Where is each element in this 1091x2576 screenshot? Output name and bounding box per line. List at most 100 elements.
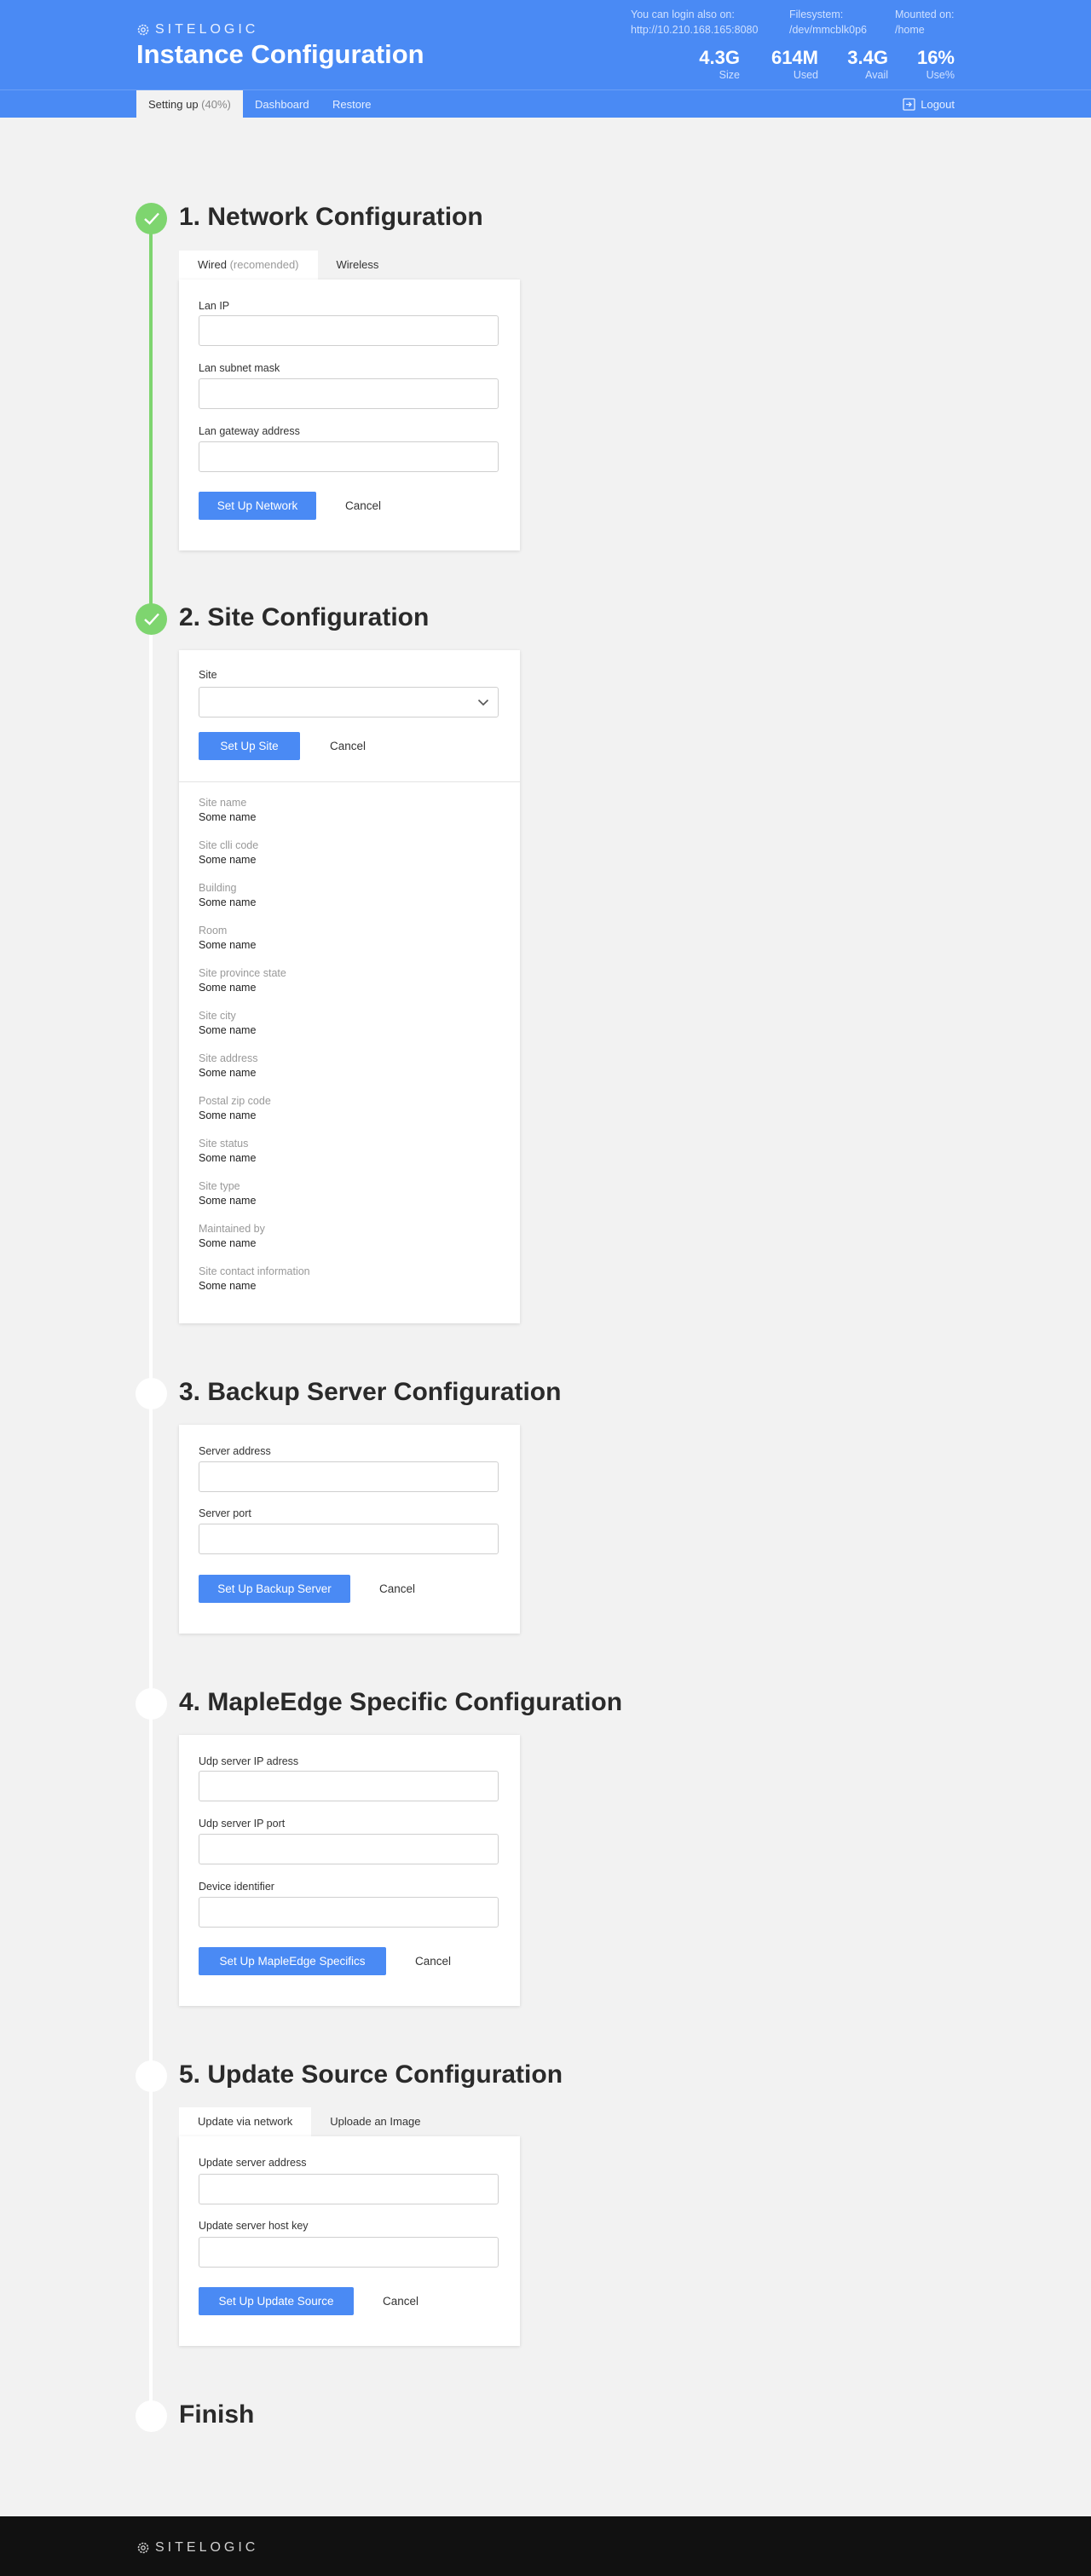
lan-ip-input[interactable] [199, 315, 499, 346]
udp-port-label: Udp server IP port [199, 1818, 286, 1830]
step-4-title: 4. MapleEdge Specific Configuration [179, 1688, 623, 1716]
set-up-update-source-button[interactable]: Set Up Update Source [199, 2287, 354, 2315]
cancel-button[interactable]: Cancel [383, 2287, 419, 2315]
mount-value: /home [895, 24, 925, 36]
site-label: Site [199, 669, 217, 681]
server-address-label: Server address [199, 1445, 271, 1457]
login-url[interactable]: http://10.210.168.165:8080 [631, 22, 758, 37]
tab-setting-up[interactable]: Setting up (40%) [136, 90, 243, 118]
setup-progress: (40%) [201, 98, 231, 111]
lan-ip-label: Lan IP [199, 300, 230, 312]
timeline-pending [149, 619, 153, 2418]
server-address-input[interactable] [199, 1461, 499, 1492]
udp-ip-label: Udp server IP adress [199, 1755, 299, 1767]
tab-restore[interactable]: Restore [320, 90, 384, 118]
tab-wired-note: (recomended) [229, 258, 299, 271]
cancel-button[interactable]: Cancel [345, 492, 381, 520]
chevron-down-icon [477, 699, 489, 706]
step-4-indicator [136, 1688, 167, 1720]
tab-dashboard[interactable]: Dashboard [243, 90, 321, 118]
network-card: Lan IP Lan subnet mask Lan gateway addre… [179, 279, 520, 550]
update-card: Update server address Update server host… [179, 2136, 520, 2346]
stat-label: Used [793, 69, 818, 81]
prop-label: Site province state [199, 967, 286, 979]
tab-upload-image[interactable]: Uploade an Image [311, 2107, 439, 2136]
stat-label: Avail [865, 69, 888, 81]
prop-label: Site contact information [199, 1265, 310, 1277]
filesystem-value: /dev/mmcblk0p6 [789, 24, 868, 36]
device-id-label: Device identifier [199, 1881, 274, 1893]
device-id-input[interactable] [199, 1897, 499, 1928]
step-2-indicator [136, 603, 167, 635]
update-tabs: Update via network Uploade an Image [179, 2107, 440, 2136]
lan-subnet-input[interactable] [199, 378, 499, 409]
update-server-address-label: Update server address [199, 2157, 307, 2169]
tab-update-via-network[interactable]: Update via network [179, 2107, 312, 2136]
prop-label: Postal zip code [199, 1095, 271, 1107]
timeline-progress [149, 218, 153, 619]
brand-name: SITELOGIC [155, 22, 259, 37]
tab-wired[interactable]: Wired (recomended) [179, 251, 318, 279]
update-host-key-label: Update server host key [199, 2220, 309, 2232]
network-tabs: Wired (recomended) Wireless [179, 251, 397, 279]
backup-card: Server address Server port Set Up Backup… [179, 1425, 520, 1634]
logout-icon [903, 98, 915, 111]
prop-value: Some name [199, 939, 257, 951]
prop-value: Some name [199, 1280, 257, 1292]
filesystem-label: Filesystem: [789, 9, 844, 20]
stat-used: 614M Used [771, 48, 818, 82]
lan-gateway-label: Lan gateway address [199, 425, 300, 437]
stat-size: 4.3G Size [699, 48, 740, 82]
udp-port-input[interactable] [199, 1834, 499, 1864]
login-info: You can login also on: http://10.210.168… [631, 7, 758, 37]
prop-label: Site status [199, 1138, 249, 1150]
prop-label: Site city [199, 1010, 236, 1022]
lan-gateway-input[interactable] [199, 441, 499, 472]
main-nav: Setting up (40%) Dashboard Restore Logou… [0, 89, 1091, 118]
stat-use-percent: 16% Use% [917, 48, 955, 82]
lan-subnet-label: Lan subnet mask [199, 362, 280, 374]
stat-value: 614M [771, 47, 818, 68]
step-1-title: 1. Network Configuration [179, 203, 483, 231]
logout-button[interactable]: Logout [903, 90, 955, 118]
mount-info: Mounted on: /home [895, 7, 955, 37]
step-3-indicator [136, 1378, 167, 1409]
finish-indicator [136, 2400, 167, 2432]
site-card: Site Set Up Site Cancel Site name Some n… [179, 650, 520, 1323]
check-icon [144, 212, 159, 225]
step-2-title: 2. Site Configuration [179, 603, 430, 631]
login-label: You can login also on: [631, 9, 735, 20]
site-select[interactable] [199, 687, 499, 717]
set-up-network-button[interactable]: Set Up Network [199, 492, 316, 520]
server-port-label: Server port [199, 1507, 251, 1519]
prop-label: Room [199, 925, 228, 936]
stat-value: 16% [916, 47, 955, 68]
step-3-title: 3. Backup Server Configuration [179, 1378, 562, 1406]
prop-label: Site clli code [199, 839, 259, 851]
finish-title: Finish [179, 2400, 255, 2429]
set-up-site-button[interactable]: Set Up Site [199, 732, 300, 760]
mount-label: Mounted on: [895, 9, 955, 20]
tab-label: Setting up [148, 98, 199, 111]
server-port-input[interactable] [199, 1524, 499, 1554]
cancel-button[interactable]: Cancel [415, 1947, 451, 1975]
prop-value: Some name [199, 1237, 257, 1249]
prop-label: Site type [199, 1180, 240, 1192]
prop-value: Some name [199, 1067, 257, 1079]
step-5-title: 5. Update Source Configuration [179, 2060, 563, 2089]
update-server-address-input[interactable] [199, 2174, 499, 2204]
set-up-backup-server-button[interactable]: Set Up Backup Server [199, 1575, 350, 1603]
udp-ip-input[interactable] [199, 1771, 499, 1801]
stat-avail: 3.4G Avail [847, 48, 888, 82]
divider [179, 781, 520, 782]
set-up-mapleedge-button[interactable]: Set Up MapleEdge Specifics [199, 1947, 386, 1975]
update-host-key-input[interactable] [199, 2237, 499, 2268]
stat-label: Size [719, 69, 740, 81]
cancel-button[interactable]: Cancel [379, 1575, 415, 1603]
prop-label: Building [199, 882, 237, 894]
prop-value: Some name [199, 854, 257, 866]
stat-label: Use% [926, 69, 955, 81]
cancel-button[interactable]: Cancel [330, 732, 366, 760]
tab-wireless[interactable]: Wireless [318, 251, 398, 279]
footer-logo: SITELOGIC [136, 2540, 258, 2556]
